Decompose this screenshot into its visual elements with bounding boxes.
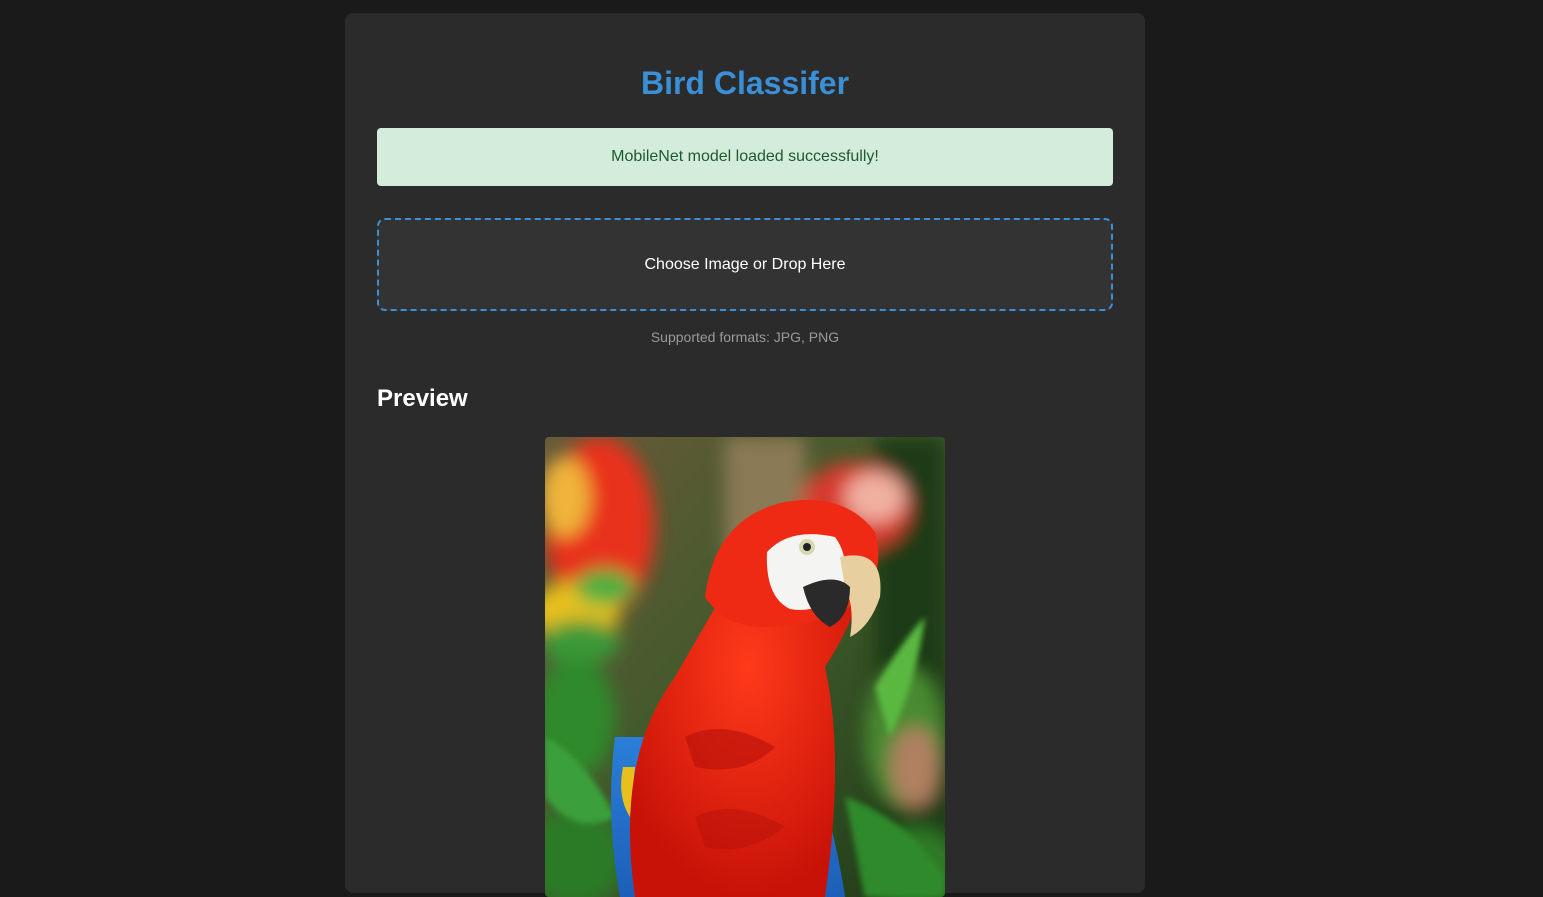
image-upload-dropzone[interactable]: Choose Image or Drop Here [377, 218, 1113, 311]
status-message: MobileNet model loaded successfully! [611, 148, 879, 165]
page-title: Bird Classifer [640, 65, 850, 101]
supported-formats-note: Supported formats: JPG, PNG [650, 329, 840, 345]
preview-heading: Preview [377, 385, 468, 412]
preview-image [545, 437, 945, 897]
status-banner: MobileNet model loaded successfully! [377, 128, 1113, 186]
classifier-card: Bird Classifer MobileNet model loaded su… [345, 13, 1145, 897]
upload-label: Choose Image or Drop Here [644, 255, 846, 273]
